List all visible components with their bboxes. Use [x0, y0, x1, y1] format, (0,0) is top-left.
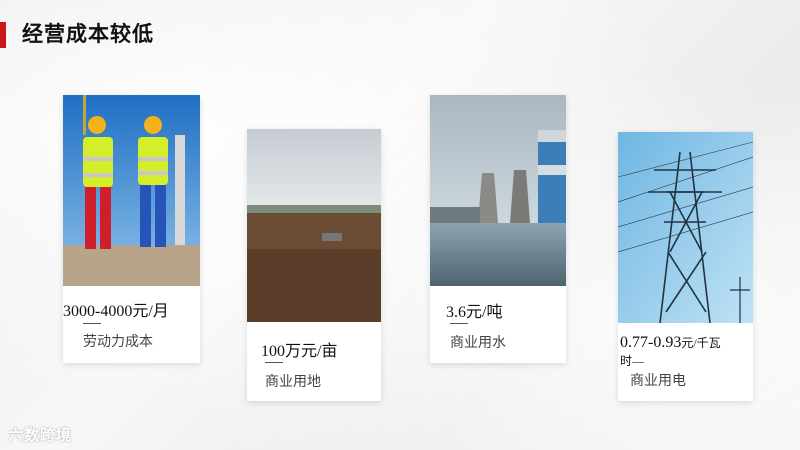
- card-labor-cost: 3000-4000元/月 劳动力成本: [63, 95, 200, 363]
- electricity-value-number: 0.77-0.93: [620, 334, 682, 351]
- card-commercial-water: 3.6元/吨 商业用水: [430, 95, 566, 363]
- divider-dash: [450, 323, 468, 324]
- page-title: 经营成本较低: [22, 23, 154, 46]
- electricity-value: 0.77-0.93元/千瓦: [620, 334, 721, 352]
- water-value: 3.6元/吨: [446, 304, 503, 321]
- card-commercial-land: 100万元/亩 商业用地: [247, 129, 381, 401]
- divider-dash: [265, 362, 283, 363]
- watermark-logo: 六数跨境: [8, 427, 73, 444]
- card-commercial-electricity: 0.77-0.93元/千瓦 时— 商业用电: [618, 132, 753, 401]
- labor-cost-value: 3000-4000元/月: [63, 303, 169, 320]
- title-accent-bar: [0, 22, 6, 48]
- land-value: 100万元/亩: [261, 343, 338, 360]
- electricity-value-line2: 时—: [620, 354, 645, 368]
- divider-dash: [83, 323, 101, 324]
- land-photo: [247, 129, 381, 322]
- electricity-label: 商业用电: [630, 372, 686, 388]
- water-label: 商业用水: [450, 334, 506, 350]
- land-label: 商业用地: [265, 373, 321, 389]
- cooling-towers-photo: [430, 95, 566, 286]
- labor-cost-label: 劳动力成本: [83, 333, 153, 349]
- power-tower-photo: [618, 132, 753, 323]
- workers-photo: [63, 95, 200, 286]
- electricity-value-unit: 元/千瓦: [681, 336, 721, 350]
